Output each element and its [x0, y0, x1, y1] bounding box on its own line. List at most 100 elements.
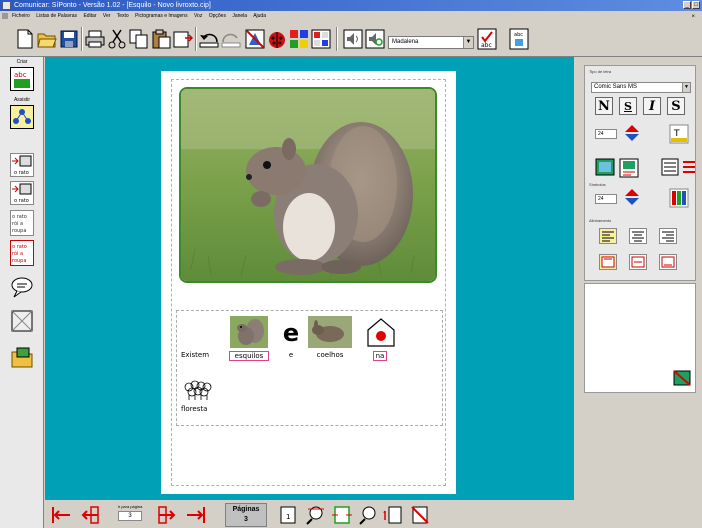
to-picture-button[interactable]: o rato	[10, 181, 34, 205]
voice-dropdown[interactable]: Madalena ▼	[388, 36, 474, 49]
single-page-button[interactable]: 1	[277, 504, 299, 526]
go-to-page-spinner[interactable]: Ir para página 3	[111, 504, 149, 526]
speech-bubble-button[interactable]	[10, 275, 34, 299]
first-page-button[interactable]	[50, 504, 72, 526]
properties-panel: Tipo de letra Comic Sans MS ▼ N S I S 24…	[574, 57, 702, 528]
speak-icon[interactable]	[342, 28, 364, 50]
alignment-group-label: Alinhamento	[589, 218, 612, 223]
menu-opcoes[interactable]: Opções	[209, 13, 226, 19]
maximize-button[interactable]: □	[692, 1, 700, 9]
picture-text-icon[interactable]	[619, 158, 639, 180]
valign-bottom-button[interactable]	[659, 254, 677, 270]
font-size-dropdown[interactable]: 24	[595, 129, 617, 139]
valign-middle-button[interactable]	[629, 254, 647, 270]
font-group-label: Tipo de letra	[589, 69, 612, 74]
go-to-page-value[interactable]: 3	[118, 511, 142, 521]
symbol-size-dropdown[interactable]: 24	[595, 194, 617, 204]
text-color-icon[interactable]: T	[669, 124, 689, 146]
print-icon[interactable]	[84, 28, 106, 50]
to-text-button[interactable]: o rato	[10, 153, 34, 177]
squirrel-picture-icon	[230, 316, 268, 348]
menu-listas[interactable]: Listas de Palavras	[36, 13, 77, 19]
clear-pictograms-icon[interactable]	[244, 28, 266, 50]
strike-button[interactable]: S	[667, 97, 685, 115]
in-house-symbol[interactable]	[365, 316, 397, 348]
paste-icon[interactable]	[150, 28, 172, 50]
color-palette-icon[interactable]	[288, 28, 310, 50]
word-list-icon[interactable]: abc	[508, 28, 530, 50]
symbol-size-arrows-icon[interactable]	[623, 188, 641, 208]
undo-icon[interactable]	[198, 28, 220, 50]
italic-button[interactable]: I	[643, 97, 661, 115]
open-folder-icon[interactable]	[36, 28, 58, 50]
in-house-icon	[367, 318, 395, 347]
font-dropdown[interactable]: Comic Sans MS ▼	[591, 82, 691, 93]
speak-settings-icon[interactable]	[364, 28, 386, 50]
save-icon[interactable]	[58, 28, 80, 50]
word-na[interactable]: na	[373, 351, 387, 361]
menu-ficheiro[interactable]: Ficheiro	[12, 13, 30, 19]
chevron-down-icon[interactable]: ▼	[682, 83, 690, 92]
image-folder-button[interactable]	[10, 345, 34, 369]
chevron-down-icon[interactable]: ▼	[463, 37, 473, 48]
zoom-page-button[interactable]	[305, 504, 327, 526]
new-document-icon[interactable]	[14, 28, 36, 50]
pictogram-text-button[interactable]: abc	[10, 67, 34, 91]
assist-grid-button[interactable]	[10, 105, 34, 129]
menu-pictogramas[interactable]: Pictogramas e Imagens	[135, 13, 188, 19]
symbol-text-area[interactable]: Existem esquilos e e coelhos na floresta	[176, 310, 443, 426]
insert-page-button[interactable]	[383, 504, 405, 526]
delete-page-button[interactable]	[409, 504, 431, 526]
previous-page-button[interactable]	[78, 504, 100, 526]
word-existem[interactable]: Existem	[181, 351, 215, 359]
letter-e-symbol[interactable]: e	[282, 319, 300, 347]
word-floresta[interactable]: floresta	[181, 405, 217, 413]
first-page-icon	[52, 507, 70, 523]
copy-icon[interactable]	[128, 28, 150, 50]
grid-layout-icon[interactable]	[310, 28, 332, 50]
svg-text:o rato: o rato	[14, 170, 29, 176]
text-to-symbol-button[interactable]: o rato rói a roupa	[10, 210, 34, 236]
bold-button[interactable]: N	[595, 97, 613, 115]
symbol-to-text-button[interactable]: o rato rói a roupa	[10, 240, 34, 266]
menu-ajuda[interactable]: Ajuda	[253, 13, 266, 19]
cut-icon[interactable]	[106, 28, 128, 50]
document-page[interactable]: Existem esquilos e e coelhos na floresta	[161, 71, 456, 494]
list-icon[interactable]	[661, 158, 679, 178]
no-picture-icon[interactable]	[673, 370, 691, 388]
menu-texto[interactable]: Texto	[117, 13, 129, 19]
magnify-button[interactable]	[357, 504, 379, 526]
word-e[interactable]: e	[280, 351, 302, 359]
fit-page-button[interactable]	[331, 504, 353, 526]
menu-janela[interactable]: Janela	[232, 13, 247, 19]
forest-symbol[interactable]	[183, 379, 213, 401]
squirrel-symbol[interactable]	[230, 316, 268, 348]
previous-page-icon	[81, 506, 99, 524]
picture-frame-icon[interactable]	[595, 158, 615, 178]
align-center-button[interactable]	[629, 228, 647, 244]
last-page-button[interactable]	[185, 504, 207, 526]
align-right-button[interactable]	[659, 228, 677, 244]
redo-icon[interactable]	[220, 28, 242, 50]
squirrel-photo[interactable]	[179, 87, 437, 283]
align-left-button[interactable]	[599, 228, 617, 244]
rabbit-symbol[interactable]	[308, 316, 352, 348]
underline-button[interactable]: S	[619, 97, 637, 115]
valign-top-button[interactable]	[599, 254, 617, 270]
minimize-button[interactable]: _	[683, 1, 691, 9]
symbol-color-icon[interactable]	[669, 188, 689, 210]
menu-editar[interactable]: Editar	[83, 13, 96, 19]
ladybug-icon[interactable]	[266, 28, 288, 50]
frame-button[interactable]	[10, 309, 34, 333]
word-coelhos[interactable]: coelhos	[310, 351, 350, 359]
menu-ver[interactable]: Ver	[103, 13, 111, 19]
next-page-button[interactable]	[157, 504, 179, 526]
font-size-color-icon[interactable]	[623, 124, 641, 144]
word-esquilos[interactable]: esquilos	[229, 351, 269, 361]
insert-page-icon	[383, 506, 402, 524]
line-spacing-icon[interactable]	[681, 158, 697, 178]
insert-icon[interactable]	[172, 28, 194, 50]
menu-voz[interactable]: Voz	[194, 13, 202, 19]
spell-check-icon[interactable]: abc	[476, 28, 498, 50]
svg-text:1: 1	[286, 513, 290, 521]
